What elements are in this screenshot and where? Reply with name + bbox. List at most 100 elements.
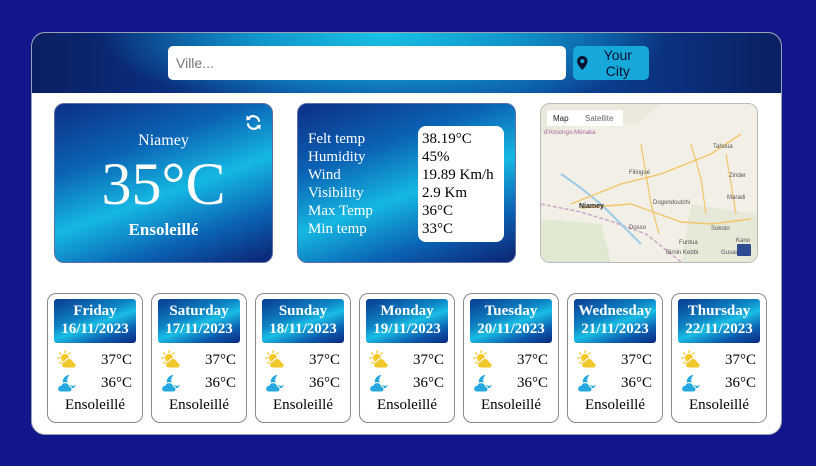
- forecast-night-row: 36°C: [568, 372, 662, 395]
- forecast-day-name: Wednesday: [578, 303, 652, 319]
- map-place: Birnin Kebbi: [666, 250, 698, 256]
- map-place: Dosso: [629, 225, 647, 231]
- forecast-day-card: Tuesday 20/11/2023 37°C 36°C Ensoleillé: [463, 293, 559, 423]
- forecast-list: Friday 16/11/2023 37°C 36°C Ensoleillé S…: [47, 293, 767, 423]
- forecast-day-date: 16/11/2023: [61, 321, 129, 337]
- forecast-condition: Ensoleillé: [585, 397, 645, 413]
- refresh-icon[interactable]: [245, 114, 262, 131]
- forecast-night-row: 36°C: [360, 372, 454, 395]
- felt-temp-label: Felt temp: [308, 131, 366, 147]
- detail-values: 38.19°C 45% 19.89 Km/h 2.9 Km 36°C 33°C: [418, 126, 504, 242]
- map-place: Dogondoutchi: [653, 200, 690, 206]
- location-pin-icon: [577, 56, 588, 70]
- forecast-night-row: 36°C: [464, 372, 558, 395]
- forecast-condition: Ensoleillé: [377, 397, 437, 413]
- forecast-condition: Ensoleillé: [65, 397, 125, 413]
- forecast-day-header: Sunday 18/11/2023: [262, 299, 344, 343]
- map-place: Kano: [736, 238, 751, 244]
- forecast-day-name: Tuesday: [484, 303, 538, 319]
- sun-cloud-icon: [161, 350, 181, 369]
- forecast-day-header: Monday 19/11/2023: [366, 299, 448, 343]
- forecast-max-temp: 37°C: [412, 352, 444, 368]
- forecast-day-card: Monday 19/11/2023 37°C 36°C Ensoleillé: [359, 293, 455, 423]
- moon-cloud-icon: [57, 374, 76, 393]
- map-tab-map[interactable]: Map: [553, 114, 569, 123]
- forecast-day-card: Sunday 18/11/2023 37°C 36°C Ensoleillé: [255, 293, 351, 423]
- forecast-condition: Ensoleillé: [169, 397, 229, 413]
- forecast-max-temp: 37°C: [724, 352, 756, 368]
- forecast-max-temp: 37°C: [100, 352, 132, 368]
- forecast-night-row: 36°C: [48, 372, 142, 395]
- humidity-value: 45%: [422, 149, 450, 165]
- forecast-max-temp: 37°C: [204, 352, 236, 368]
- map-place: Niamey: [579, 203, 604, 210]
- forecast-night-row: 36°C: [256, 372, 350, 395]
- map-region-label: d'Ansongo-Ménaka: [544, 130, 596, 136]
- forecast-min-temp: 36°C: [620, 375, 652, 391]
- your-city-button[interactable]: Your City: [573, 46, 649, 80]
- forecast-day-header: Wednesday 21/11/2023: [574, 299, 656, 343]
- forecast-max-temp: 37°C: [516, 352, 548, 368]
- wind-label: Wind: [308, 167, 341, 183]
- forecast-day-header: Friday 16/11/2023: [54, 299, 136, 343]
- forecast-day-date: 19/11/2023: [373, 321, 441, 337]
- forecast-day-row: 37°C: [672, 349, 766, 372]
- sun-cloud-icon: [57, 350, 77, 369]
- weather-app: Your City Niamey 35°C Ensoleillé Felt te…: [31, 32, 782, 435]
- forecast-day-date: 21/11/2023: [581, 321, 649, 337]
- map-place: Maradi: [727, 195, 745, 201]
- forecast-day-date: 18/11/2023: [269, 321, 337, 337]
- current-condition: Ensoleillé: [128, 220, 199, 239]
- current-temperature: 35°C: [101, 151, 226, 217]
- forecast-day-card: Saturday 17/11/2023 37°C 36°C Ensoleillé: [151, 293, 247, 423]
- forecast-day-card: Thursday 22/11/2023 37°C 36°C Ensoleillé: [671, 293, 767, 423]
- forecast-day-row: 37°C: [360, 349, 454, 372]
- moon-cloud-icon: [265, 374, 284, 393]
- current-weather-card: Niamey 35°C Ensoleillé: [54, 103, 273, 263]
- forecast-day-date: 17/11/2023: [165, 321, 233, 337]
- forecast-min-temp: 36°C: [308, 375, 340, 391]
- min-temp-label: Min temp: [308, 221, 367, 237]
- forecast-condition: Ensoleillé: [273, 397, 333, 413]
- forecast-day-header: Saturday 17/11/2023: [158, 299, 240, 343]
- your-city-label: Your City: [603, 47, 632, 79]
- forecast-day-card: Friday 16/11/2023 37°C 36°C Ensoleillé: [47, 293, 143, 423]
- top-bar: Your City: [32, 33, 781, 93]
- forecast-max-temp: 37°C: [620, 352, 652, 368]
- forecast-day-name: Sunday: [278, 303, 328, 319]
- map-place: Sokoto: [711, 226, 730, 232]
- min-temp-value: 33°C: [422, 221, 454, 237]
- map-place: Gusau: [721, 250, 739, 256]
- forecast-day-name: Friday: [73, 303, 117, 319]
- forecast-day-header: Thursday 22/11/2023: [678, 299, 760, 343]
- city-search-input[interactable]: [168, 46, 566, 80]
- forecast-day-header: Tuesday 20/11/2023: [470, 299, 552, 343]
- forecast-min-temp: 36°C: [100, 375, 132, 391]
- max-temp-value: 36°C: [422, 203, 454, 219]
- map-tab-satellite[interactable]: Satellite: [585, 114, 614, 123]
- forecast-day-row: 37°C: [256, 349, 350, 372]
- max-temp-label: Max Temp: [308, 203, 373, 219]
- forecast-min-temp: 36°C: [412, 375, 444, 391]
- moon-cloud-icon: [369, 374, 388, 393]
- map-canvas[interactable]: Map Satellite d'Ansongo-Ménaka Niamey Fi…: [541, 104, 757, 262]
- map-place: Zinder: [729, 173, 746, 179]
- moon-cloud-icon: [473, 374, 492, 393]
- forecast-day-row: 37°C: [464, 349, 558, 372]
- map-place: Tahoua: [713, 144, 733, 150]
- forecast-night-row: 36°C: [152, 372, 246, 395]
- sun-cloud-icon: [473, 350, 493, 369]
- forecast-min-temp: 36°C: [516, 375, 548, 391]
- sun-cloud-icon: [681, 350, 701, 369]
- forecast-day-name: Saturday: [169, 303, 229, 319]
- location-map[interactable]: Map Satellite d'Ansongo-Ménaka Niamey Fi…: [540, 103, 758, 263]
- detail-labels: Felt temp Humidity Wind Visibility Max T…: [308, 130, 373, 238]
- map-place: Funtua: [679, 240, 698, 246]
- sun-cloud-icon: [265, 350, 285, 369]
- moon-cloud-icon: [161, 374, 180, 393]
- forecast-day-card: Wednesday 21/11/2023 37°C 36°C Ensoleill…: [567, 293, 663, 423]
- forecast-day-row: 37°C: [48, 349, 142, 372]
- sun-cloud-icon: [577, 350, 597, 369]
- humidity-label: Humidity: [308, 149, 366, 165]
- forecast-day-date: 22/11/2023: [685, 321, 753, 337]
